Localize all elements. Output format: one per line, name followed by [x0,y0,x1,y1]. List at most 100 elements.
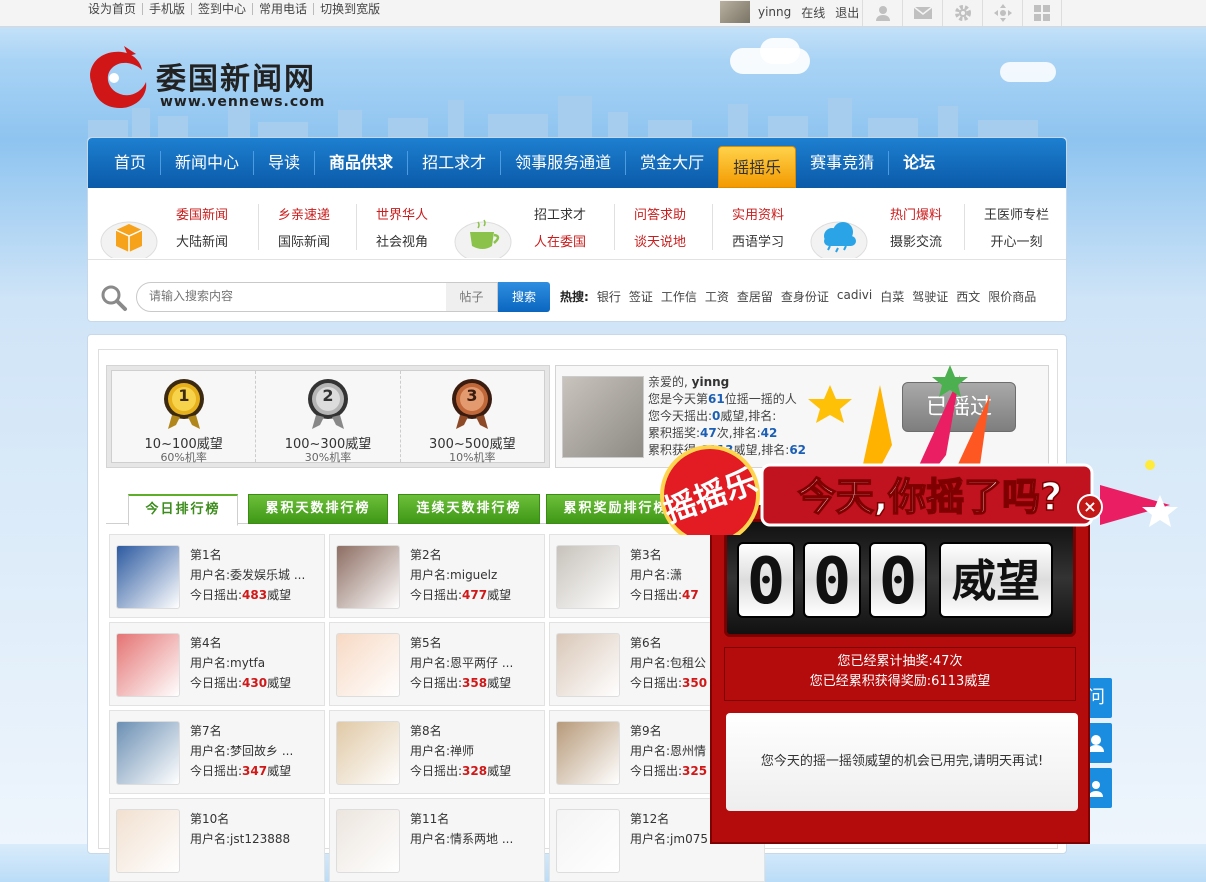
nav-contest[interactable]: 赛事竞猜 [796,138,888,188]
subnav-link[interactable]: 国际新闻 [278,233,330,252]
online-status[interactable]: 在线 [801,4,825,21]
rank-position: 第9名 [630,724,662,738]
rank-avatar[interactable] [336,809,400,873]
rank-today: 今日摇出:350 [630,673,707,693]
nav-home[interactable]: 首页 [100,138,160,188]
hot-search-term[interactable]: 工资 [705,288,729,305]
rank-avatar[interactable] [336,721,400,785]
hot-search-term[interactable]: 查居留 [737,288,773,305]
hot-search-term[interactable]: 驾驶证 [912,288,948,305]
subnav-link[interactable]: 大陆新闻 [176,233,228,252]
hot-search-term[interactable]: 西文 [956,288,980,305]
rank-avatar[interactable] [116,721,180,785]
rank-avatar[interactable] [116,809,180,873]
grid-icon[interactable] [1022,0,1062,26]
subnav-link[interactable]: 招工求才 [534,206,586,225]
nav-news-center[interactable]: 新闻中心 [161,138,253,188]
already-shaken-button[interactable]: 已摇过 [902,382,1016,432]
rank-avatar[interactable] [116,633,180,697]
search-button[interactable]: 搜索 [498,282,550,312]
nav-shake[interactable]: 摇摇乐 [718,146,797,188]
hot-search-term[interactable]: cadivi [837,288,872,305]
rank-avatar[interactable] [556,809,620,873]
rank-username[interactable]: 用户名:jst123888 [190,829,290,849]
nav-consular[interactable]: 领事服务通道 [501,138,625,188]
hot-search-term[interactable]: 签证 [629,288,653,305]
rank-text: 第10名 用户名:jst123888 [190,809,290,849]
rank-today-label: 今日摇出: [190,588,243,602]
search-type-select[interactable]: 帖子 [446,282,498,312]
popup-close-button[interactable]: × [1077,494,1103,520]
subnav-link[interactable]: 谈天说地 [634,233,686,252]
user-avatar[interactable] [720,1,750,23]
svg-text:3: 3 [467,386,478,405]
rank-username[interactable]: 用户名:梦回故乡 ... [190,741,293,761]
subnav-link[interactable]: 问答求助 [634,206,686,225]
rank-username[interactable]: 用户名:情系两地 ... [410,829,513,849]
set-homepage-link[interactable]: 设为首页 [88,3,144,15]
total-draws-label: 累积摇奖: [648,426,701,440]
subnav-link[interactable]: 摄影交流 [890,233,942,252]
rank-text: 第1名 用户名:委发娱乐城 ... 今日摇出:483威望 [190,545,305,605]
rank-avatar[interactable] [336,545,400,609]
rank-position: 第1名 [190,548,222,562]
rank-username[interactable]: 用户名:恩平两仔 ... [410,653,513,673]
tab-reward-rank[interactable]: 累积奖励排行榜 [546,494,686,524]
checkin-link[interactable]: 签到中心 [192,3,254,15]
rank-username[interactable]: 用户名:潇 [630,565,699,585]
wide-version-link[interactable]: 切换到宽版 [314,3,386,15]
subnav-link[interactable]: 世界华人 [376,206,428,225]
tab-days-rank[interactable]: 累积天数排行榜 [248,494,388,524]
search-input[interactable] [149,289,439,303]
user-icon[interactable] [862,0,902,26]
rank-avatar[interactable] [556,545,620,609]
rank-username[interactable]: 用户名:miguelz [410,565,511,585]
subnav-link[interactable]: 开心一刻 [984,233,1049,252]
nav-jobs[interactable]: 招工求才 [408,138,500,188]
hot-search-term[interactable]: 工作信 [661,288,697,305]
medal-rate: 60%机率 [160,451,207,464]
cup-icon [454,219,512,258]
subnav-link[interactable]: 王医师专栏 [984,206,1049,225]
rank-username[interactable]: 用户名:jm075 [630,829,708,849]
rank-username[interactable]: 用户名:恩州情 [630,741,707,761]
phones-link[interactable]: 常用电话 [253,3,315,15]
rank-username[interactable]: 用户名:禅师 [410,741,511,761]
mobile-link[interactable]: 手机版 [143,3,193,15]
nav-goods[interactable]: 商品供求 [315,138,407,188]
rank-avatar[interactable] [556,633,620,697]
rank-today-label: 今日摇出: [630,588,683,602]
total-draws-value: 47 [700,426,717,440]
rank-avatar[interactable] [556,721,620,785]
nav-forum[interactable]: 论坛 [889,138,949,188]
subnav-link[interactable]: 西语学习 [732,233,784,252]
user-photo [562,376,644,458]
main-nav: 首页 新闻中心 导读 商品供求 招工求才 领事服务通道 赏金大厅 摇摇乐 赛事竞… [88,138,1066,188]
tab-today-rank[interactable]: 今日排行榜 [128,494,238,526]
mail-icon[interactable] [902,0,942,26]
rank-username[interactable]: 用户名:委发娱乐城 ... [190,565,305,585]
hot-search-term[interactable]: 银行 [597,288,621,305]
username-link[interactable]: yinng [758,5,791,19]
subnav-link[interactable]: 委国新闻 [176,206,228,225]
nav-guide[interactable]: 导读 [254,138,314,188]
subnav-link[interactable]: 乡亲速递 [278,206,330,225]
subnav-link[interactable]: 社会视角 [376,233,428,252]
nav-bounty[interactable]: 赏金大厅 [626,138,718,188]
rank-avatar[interactable] [336,633,400,697]
site-logo[interactable]: 委国新闻网 www.vennews.com [84,44,324,114]
tab-streak-rank[interactable]: 连续天数排行榜 [398,494,540,524]
hot-search-term[interactable]: 限价商品 [988,288,1036,305]
move-icon[interactable] [982,0,1022,26]
rank-username[interactable]: 用户名:包租公 [630,653,707,673]
hot-search-term[interactable]: 白菜 [880,288,904,305]
gear-icon[interactable] [942,0,982,26]
rank-username[interactable]: 用户名:mytfa [190,653,291,673]
logout-link[interactable]: 退出 [835,4,859,21]
rank-today: 今日摇出:477威望 [410,585,511,605]
subnav-link[interactable]: 实用资料 [732,206,784,225]
subnav-link[interactable]: 热门爆料 [890,206,942,225]
subnav-link[interactable]: 人在委国 [534,233,586,252]
rank-avatar[interactable] [116,545,180,609]
hot-search-term[interactable]: 查身份证 [781,288,829,305]
